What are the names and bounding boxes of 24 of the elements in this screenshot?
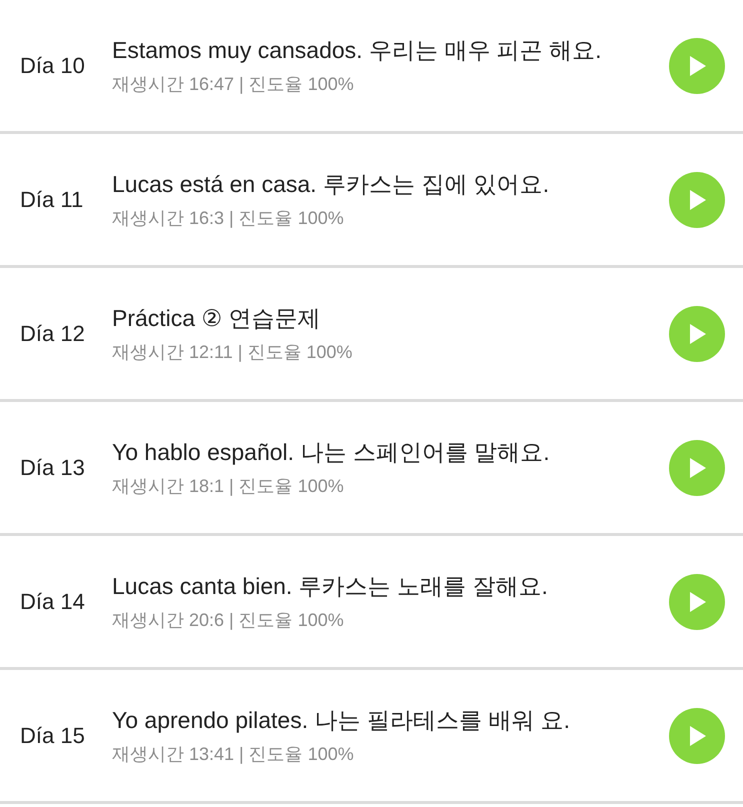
lesson-info: 재생시간 16:3 | 진도율 100% [112, 207, 345, 230]
play-icon [687, 188, 707, 210]
lesson-title: Estamos muy cansados. 우리는 매우 피곤 해요. [112, 36, 602, 65]
play-icon [687, 590, 707, 612]
lesson-info: 재생시간 20:6 | 진도율 100% [112, 609, 345, 632]
play-icon [687, 724, 707, 746]
play-icon [687, 322, 707, 344]
lesson-info: 재생시간 12:11 | 진도율 100% [112, 341, 354, 364]
lesson-title: Yo aprendo pilates. 나는 필라테스를 배워 요. [112, 706, 572, 735]
lesson-title: Lucas está en casa. 루카스는 집에 있어요. [112, 170, 550, 199]
lesson-title: Yo hablo español. 나는 스페인어를 말해요. [112, 438, 551, 467]
play-icon [687, 456, 707, 478]
day-label: Día 11 [20, 186, 84, 212]
lesson-title: Práctica ② 연습문제 [112, 304, 322, 333]
lesson-title: Lucas canta bien. 루카스는 노래를 잘해요. [112, 572, 549, 601]
lesson-info: 재생시간 13:41 | 진도율 100% [112, 743, 355, 766]
day-label: Día 14 [20, 588, 86, 614]
play-icon [687, 54, 707, 76]
lesson-info: 재생시간 18:1 | 진도율 100% [112, 475, 345, 498]
day-label: Día 10 [20, 52, 86, 78]
day-label: Día 15 [20, 722, 86, 748]
day-label: Día 12 [20, 320, 86, 346]
day-label: Día 13 [20, 454, 86, 480]
lesson-info: 재생시간 16:47 | 진도율 100% [112, 73, 355, 96]
